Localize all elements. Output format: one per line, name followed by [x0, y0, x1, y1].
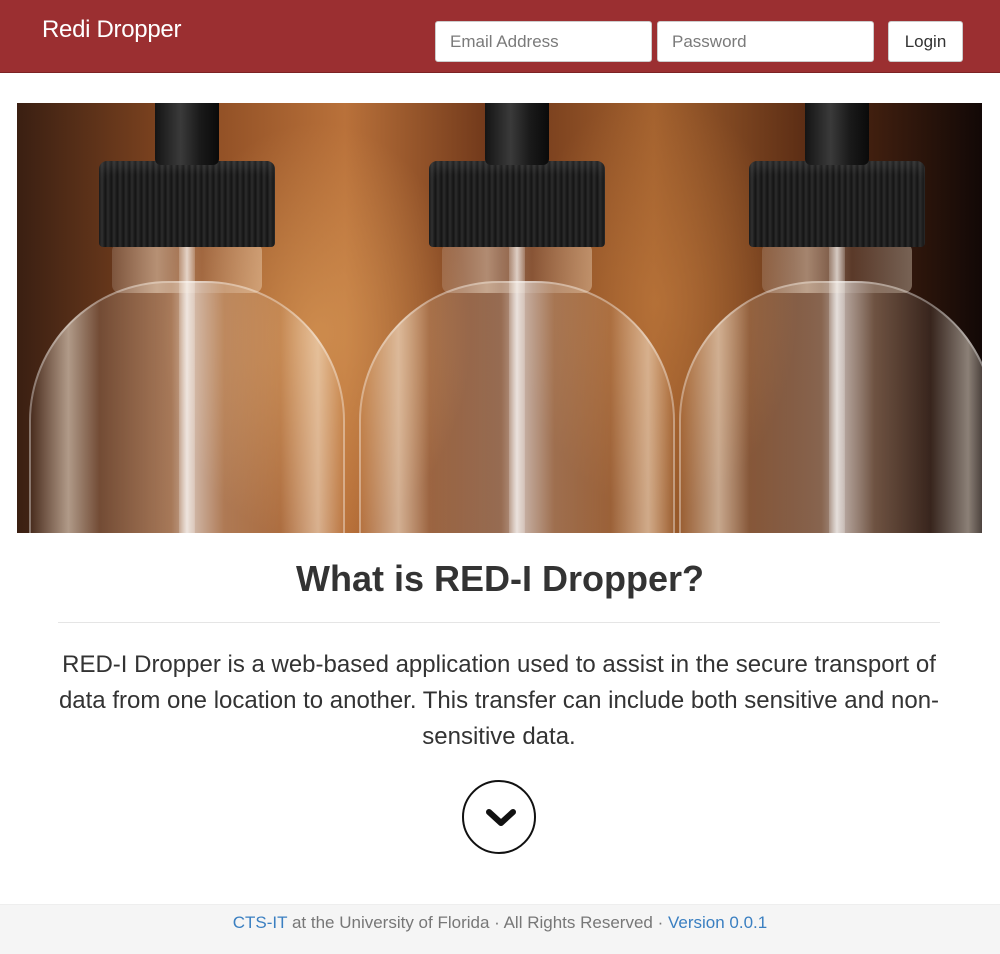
hero-image	[17, 103, 982, 533]
dropper-bottle	[672, 103, 982, 533]
org-link[interactable]: CTS-IT	[233, 913, 287, 932]
dropper-bottle	[352, 103, 682, 533]
email-input[interactable]	[435, 21, 652, 62]
divider	[58, 622, 940, 623]
password-input[interactable]	[657, 21, 874, 62]
description-text: RED-I Dropper is a web-based application…	[58, 651, 940, 750]
dropper-bottle	[22, 103, 352, 533]
page-heading: What is RED-I Dropper?	[295, 558, 704, 599]
footer-text: at the University of Florida · All Right…	[287, 913, 668, 932]
version-link[interactable]: Version 0.0.1	[668, 913, 767, 932]
login-button[interactable]: Login	[888, 21, 963, 62]
scroll-down-button[interactable]	[462, 780, 536, 854]
navbar: Redi Dropper Login	[0, 0, 1000, 73]
footer: CTS-IT at the University of Florida · Al…	[0, 904, 1000, 954]
brand-link[interactable]: Redi Dropper	[42, 15, 181, 45]
chevron-down-icon	[486, 809, 516, 826]
